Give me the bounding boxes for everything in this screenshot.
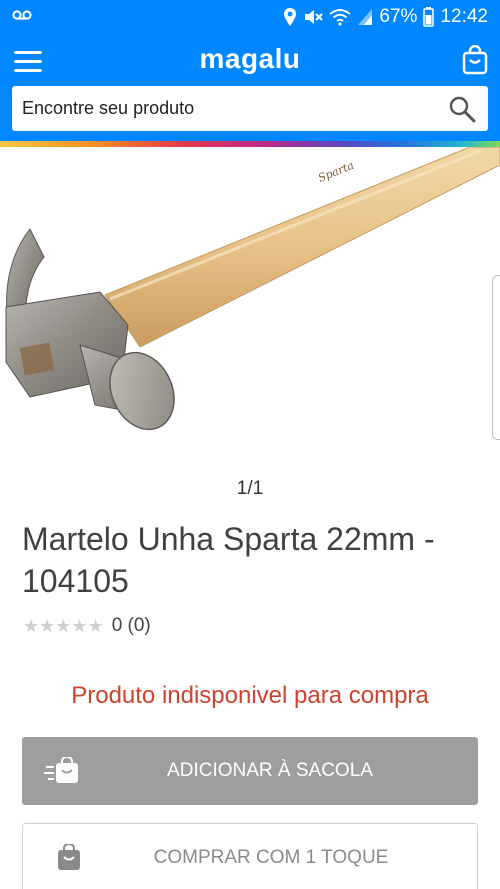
- product-rating[interactable]: ★★★★★ 0 (0): [23, 612, 151, 640]
- image-scroll-handle[interactable]: [492, 275, 500, 440]
- status-bar: 67% 12:42: [0, 0, 500, 33]
- mute-icon: [303, 8, 324, 26]
- location-icon: [283, 7, 297, 27]
- svg-text:Sparta: Sparta: [316, 159, 356, 185]
- add-to-bag-button[interactable]: ADICIONAR À SACOLA: [22, 737, 478, 805]
- signal-icon: [357, 8, 373, 26]
- product-title: Martelo Unha Sparta 22mm - 104105: [22, 521, 435, 599]
- buy-one-tap-label: COMPRAR COM 1 TOQUE: [153, 847, 389, 868]
- clock-time: 12:42: [440, 5, 488, 27]
- battery-icon: [423, 6, 435, 27]
- search-input[interactable]: [22, 86, 422, 131]
- wifi-icon: [329, 8, 352, 26]
- search-icon[interactable]: [448, 95, 476, 123]
- star-rating-icon: ★★★★★: [23, 615, 104, 636]
- app-header: magalu: [0, 33, 500, 141]
- voicemail-icon: [12, 8, 32, 27]
- buy-one-tap-button[interactable]: COMPRAR COM 1 TOQUE: [22, 823, 478, 889]
- add-to-bag-label: ADICIONAR À SACOLA: [167, 760, 373, 781]
- search-bar: [12, 86, 488, 131]
- battery-percent: 67%: [379, 5, 418, 27]
- brand-logo[interactable]: magalu: [0, 43, 500, 75]
- product-image[interactable]: Sparta: [0, 147, 500, 467]
- rating-count: 0 (0): [111, 615, 151, 636]
- availability-status: Produto indisponivel para compra: [71, 682, 429, 709]
- image-pager: 1/1: [236, 478, 264, 499]
- shopping-bag-icon[interactable]: [462, 44, 488, 75]
